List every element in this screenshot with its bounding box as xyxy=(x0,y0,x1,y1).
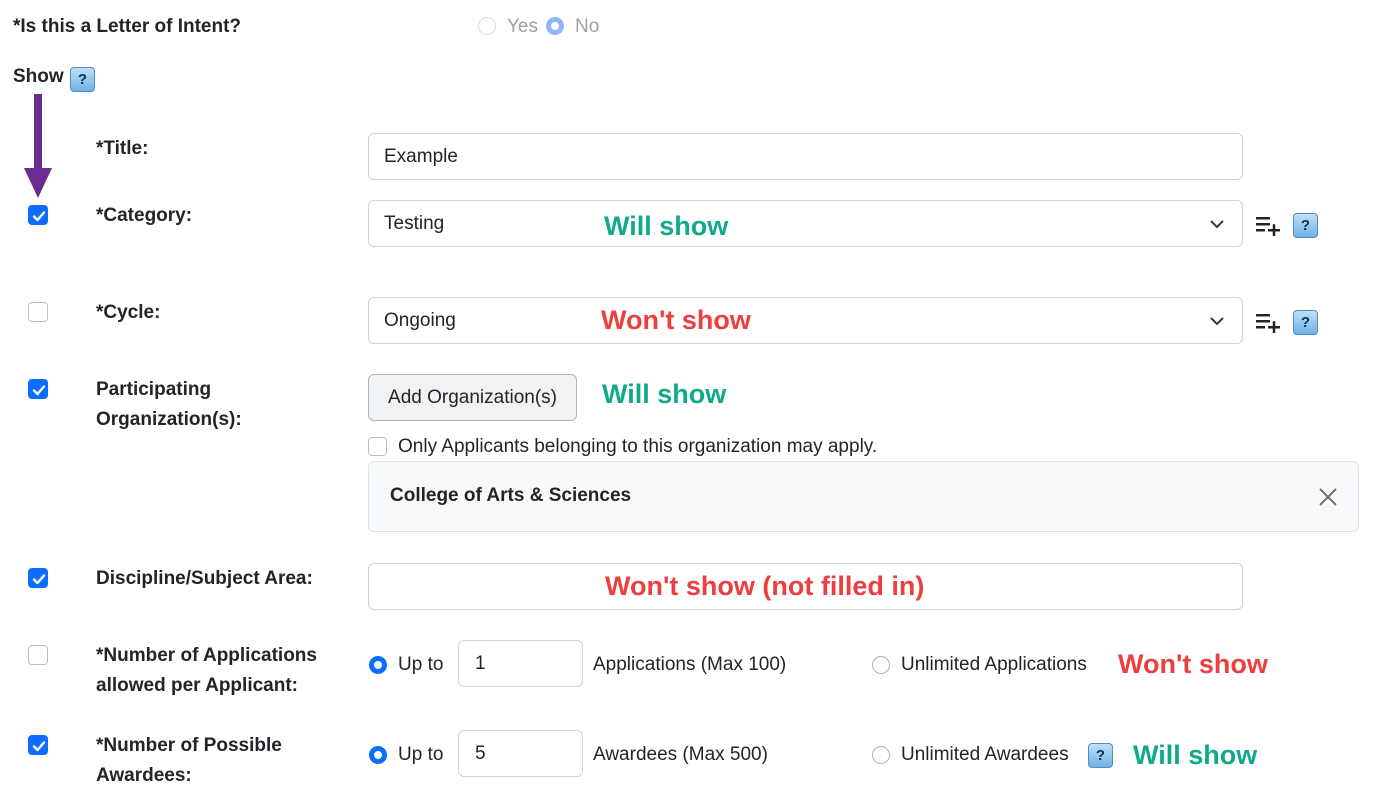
organization-card: College of Arts & Sciences xyxy=(368,461,1359,532)
unlimited-applications-label: Unlimited Applications xyxy=(901,654,1087,675)
applications-upto-label: Up to xyxy=(398,654,444,675)
unlimited-awardees-label: Unlimited Awardees xyxy=(901,744,1069,765)
title-input-value: Example xyxy=(384,145,458,167)
close-icon[interactable] xyxy=(1318,487,1338,507)
loi-yes-label: Yes xyxy=(507,16,538,37)
loi-yes-radio[interactable] xyxy=(478,17,496,35)
only-applicants-checkbox[interactable] xyxy=(368,437,387,456)
check-icon xyxy=(32,741,46,752)
awardees-label-line2: Awardees: xyxy=(96,765,192,786)
applications-upto-radio[interactable] xyxy=(369,656,387,674)
list-add-icon[interactable] xyxy=(1255,214,1281,236)
awardees-count-value: 5 xyxy=(475,742,486,764)
awardees-max-label: Awardees (Max 500) xyxy=(593,744,768,765)
awardees-upto-label: Up to xyxy=(398,744,444,765)
help-icon[interactable]: ? xyxy=(1293,213,1318,238)
awardees-count-input[interactable]: 5 xyxy=(458,730,583,777)
help-icon[interactable]: ? xyxy=(1293,310,1318,335)
chevron-down-icon xyxy=(1210,316,1224,325)
awardees-annotation: Will show xyxy=(1133,740,1258,770)
category-annotation: Will show xyxy=(604,211,729,241)
category-label: *Category: xyxy=(96,205,193,226)
cycle-select[interactable]: Ongoing xyxy=(368,297,1243,344)
chevron-down-icon xyxy=(1210,219,1224,228)
list-add-icon[interactable] xyxy=(1255,311,1281,333)
loi-no-radio[interactable] xyxy=(546,17,564,35)
orgs-label-line2: Organization(s): xyxy=(96,409,242,430)
show-cycle-checkbox[interactable] xyxy=(28,302,48,322)
category-select[interactable]: Testing xyxy=(368,200,1243,247)
help-icon[interactable]: ? xyxy=(1088,743,1113,768)
applications-max-label: Applications (Max 100) xyxy=(593,654,787,675)
orgs-annotation: Will show xyxy=(602,379,727,409)
show-discipline-checkbox[interactable] xyxy=(28,568,48,588)
unlimited-applications-radio[interactable] xyxy=(872,656,890,674)
category-select-value: Testing xyxy=(384,212,445,234)
organization-name: College of Arts & Sciences xyxy=(390,485,632,506)
show-label: Show xyxy=(13,66,64,87)
help-icon[interactable]: ? xyxy=(70,67,95,92)
only-applicants-label: Only Applicants belonging to this organi… xyxy=(398,436,878,457)
show-awardees-checkbox[interactable] xyxy=(28,735,48,755)
awardees-label-line1: *Number of Possible xyxy=(96,735,282,756)
applications-label-line2: allowed per Applicant: xyxy=(96,675,298,696)
check-icon xyxy=(32,385,46,396)
awardees-upto-radio[interactable] xyxy=(369,746,387,764)
applications-count-input[interactable]: 1 xyxy=(458,640,583,687)
applications-count-value: 1 xyxy=(475,652,486,674)
show-orgs-checkbox[interactable] xyxy=(28,379,48,399)
discipline-annotation: Won't show (not filled in) xyxy=(605,571,925,601)
loi-label: *Is this a Letter of Intent? xyxy=(13,16,242,37)
arrow-down-annotation xyxy=(24,94,52,198)
applications-annotation: Won't show xyxy=(1118,649,1268,679)
add-organizations-button[interactable]: Add Organization(s) xyxy=(368,374,577,421)
check-icon xyxy=(32,574,46,585)
orgs-label-line1: Participating xyxy=(96,379,212,400)
show-category-checkbox[interactable] xyxy=(28,205,48,225)
applications-label-line1: *Number of Applications xyxy=(96,645,317,666)
loi-no-label: No xyxy=(575,16,600,37)
cycle-annotation: Won't show xyxy=(601,305,751,335)
title-label: *Title: xyxy=(96,138,149,159)
show-applications-checkbox[interactable] xyxy=(28,645,48,665)
title-input[interactable]: Example xyxy=(368,133,1243,180)
check-icon xyxy=(32,211,46,222)
cycle-select-value: Ongoing xyxy=(384,309,456,331)
discipline-label: Discipline/Subject Area: xyxy=(96,568,313,589)
cycle-label: *Cycle: xyxy=(96,302,161,323)
unlimited-awardees-radio[interactable] xyxy=(872,746,890,764)
